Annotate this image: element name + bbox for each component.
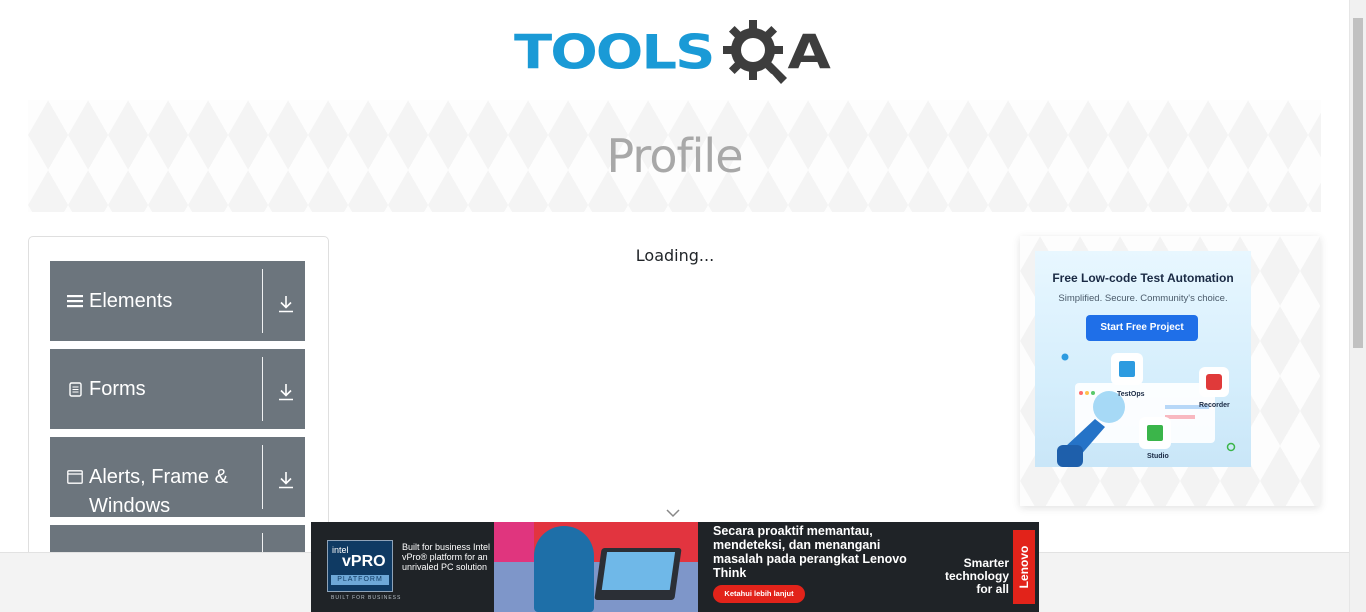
- learn-more-button[interactable]: Ketahui lebih lanjut: [713, 585, 805, 603]
- download-icon[interactable]: [278, 383, 294, 401]
- intel-platform: PLATFORM: [331, 575, 389, 585]
- ad-subtitle: Simplified. Secure. Community's choice.: [1058, 293, 1228, 304]
- ad-photo: [494, 522, 698, 612]
- lenovo-logo: Lenovo: [1013, 530, 1035, 604]
- lenovo-brand: Lenovo: [1017, 545, 1031, 589]
- hamburger-icon: [67, 293, 83, 309]
- page-scrollbar[interactable]: [1349, 0, 1366, 612]
- page: TOOLS A Profile Elements Forms Alerts, F…: [0, 0, 1366, 612]
- intel-product: vPRO: [342, 553, 386, 570]
- left-panel: Elements Forms Alerts, Frame & Windows: [28, 236, 329, 566]
- download-icon[interactable]: [278, 295, 294, 313]
- sidebar-group-label: Alerts, Frame & Windows: [89, 466, 228, 517]
- ad-headline: Secara proaktif memantau, mendeteksi, da…: [713, 524, 907, 580]
- ad-label-testops: TestOps: [1117, 391, 1145, 398]
- sidebar-group-alerts[interactable]: Alerts, Frame & Windows: [50, 437, 305, 517]
- sidebar-group-elements[interactable]: Elements: [50, 261, 305, 341]
- toolsqa-logo[interactable]: TOOLS A: [514, 16, 844, 90]
- gear-magnifier-icon: [723, 20, 788, 84]
- start-free-project-button[interactable]: Start Free Project: [1086, 315, 1198, 341]
- intel-vpro-badge: intel vPRO PLATFORM: [327, 540, 393, 592]
- page-banner: Profile: [28, 100, 1321, 212]
- page-title: Profile: [606, 129, 743, 183]
- ad-tagline: Smarter technology for all: [944, 556, 1009, 596]
- download-icon[interactable]: [278, 471, 294, 489]
- logo-a-text: A: [787, 24, 831, 81]
- loading-text: Loading...: [635, 246, 715, 265]
- bottom-advertisement[interactable]: intel vPRO PLATFORM BUILT FOR BUSINESS B…: [311, 522, 1039, 612]
- ad-label-recorder: Recorder: [1199, 402, 1230, 409]
- divider: [262, 357, 263, 421]
- intel-copy: Built for business Intel vPro® platform …: [402, 542, 491, 572]
- scrollbar-thumb[interactable]: [1353, 18, 1363, 348]
- sidebar-group-label: Elements: [89, 290, 173, 312]
- divider: [262, 269, 263, 333]
- sidebar-group-label: Forms: [89, 378, 146, 400]
- intel-tag: BUILT FOR BUSINESS: [331, 595, 402, 601]
- sidebar-group-forms[interactable]: Forms: [50, 349, 305, 429]
- chevron-down-icon[interactable]: [665, 508, 681, 518]
- katalon-ad-card[interactable]: Free Low-code Test Automation Simplified…: [1035, 251, 1251, 467]
- document-icon: [67, 381, 83, 397]
- right-advertisement[interactable]: Free Low-code Test Automation Simplified…: [1020, 236, 1320, 506]
- window-icon: [67, 469, 83, 485]
- divider: [262, 445, 263, 509]
- ad-label-studio: Studio: [1147, 453, 1169, 460]
- ad-title: Free Low-code Test Automation: [1052, 271, 1234, 285]
- logo-tools-text: TOOLS: [514, 24, 715, 81]
